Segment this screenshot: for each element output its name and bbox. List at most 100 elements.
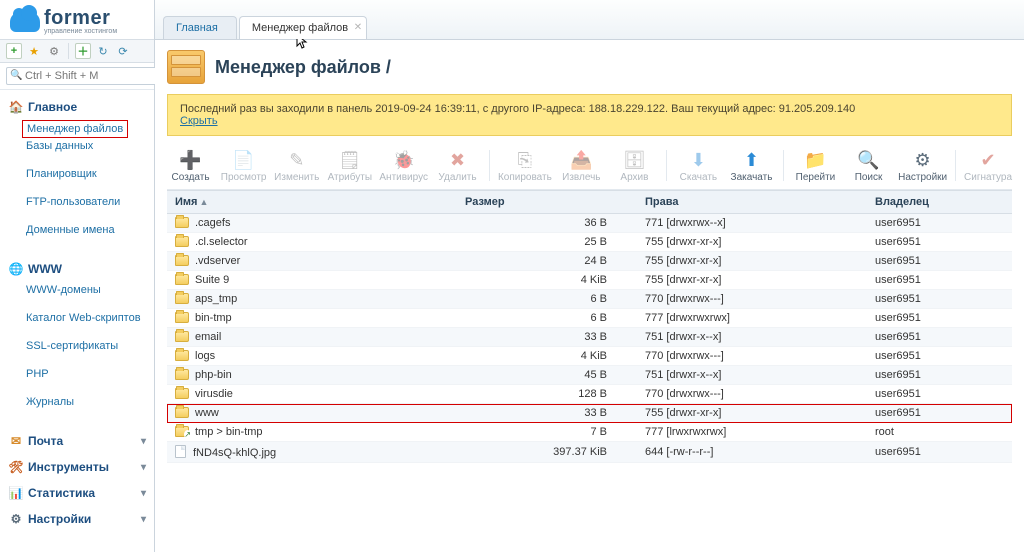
separator xyxy=(489,150,490,181)
nav-section-tools[interactable]: 🛠 Инструменты ▾ xyxy=(0,456,154,478)
sidebar-item[interactable]: Менеджер файлов xyxy=(22,120,128,138)
file-perm: 777 [lrwxrwxrwx] xyxy=(637,423,867,442)
nav-section-gear[interactable]: ⚙ Настройки ▾ xyxy=(0,508,154,530)
file-name: bin-tmp xyxy=(195,312,232,324)
sidebar-item[interactable]: WWW-домены xyxy=(26,282,154,298)
table-row[interactable]: .cagefs36 B771 [drwxrwx--x]user6951 xyxy=(167,214,1012,233)
file-size: 397.37 KiB xyxy=(457,442,637,463)
folder-icon xyxy=(175,388,189,399)
action-attrs: 🗒Атрибуты xyxy=(326,148,373,183)
table-row[interactable]: Suite 94 KiB755 [drwxr-xr-x]user6951 xyxy=(167,271,1012,290)
close-icon[interactable]: ✕ xyxy=(354,22,362,33)
sidebar-item[interactable]: Журналы xyxy=(26,394,154,410)
table-row[interactable]: logs4 KiB770 [drwxrwx---]user6951 xyxy=(167,347,1012,366)
file-name: tmp > bin-tmp xyxy=(195,426,263,438)
notice-text: Последний раз вы заходили в панель 2019-… xyxy=(180,103,855,115)
star-icon[interactable]: ★ xyxy=(26,43,42,59)
col-size-header[interactable]: Размер xyxy=(457,191,637,214)
file-size: 33 B xyxy=(457,404,637,423)
search-icon: 🔍 xyxy=(857,148,881,172)
file-name: php-bin xyxy=(195,369,232,381)
sidebar-item[interactable]: Планировщик xyxy=(26,166,154,182)
settings-icon: ⚙ xyxy=(911,148,935,172)
nav-section-globe[interactable]: 🌐 WWW xyxy=(0,258,154,280)
action-label: Скачать xyxy=(680,172,718,183)
add-item-icon[interactable]: ＋ xyxy=(75,43,91,59)
gear-icon[interactable]: ⚙ xyxy=(46,43,62,59)
action-upload[interactable]: ⬆Закачать xyxy=(728,148,775,183)
tabs-bar: ГлавнаяМенеджер файлов✕ xyxy=(155,0,1024,40)
edit-icon: ✎ xyxy=(285,148,309,172)
file-icon xyxy=(175,445,186,458)
action-copy: ⎘Копировать xyxy=(498,148,552,183)
table-row[interactable]: aps_tmp6 B770 [drwxrwx---]user6951 xyxy=(167,290,1012,309)
home-icon: 🏠 xyxy=(8,99,24,115)
sidebar-item[interactable]: Доменные имена xyxy=(26,222,154,238)
action-label: Настройки xyxy=(898,172,947,183)
nav-section-label: Почта xyxy=(28,434,63,448)
create-icon: ➕ xyxy=(179,148,203,172)
table-row[interactable]: virusdie128 B770 [drwxrwx---]user6951 xyxy=(167,385,1012,404)
action-go[interactable]: 📁Перейти xyxy=(792,148,839,183)
separator xyxy=(68,43,69,59)
file-perm: 751 [drwxr-x--x] xyxy=(637,328,867,347)
separator xyxy=(955,150,956,181)
nav-section-label: Настройки xyxy=(28,512,91,526)
sidebar-item[interactable]: PHP xyxy=(26,366,154,382)
reload-icon[interactable]: ⟳ xyxy=(115,43,131,59)
action-label: Просмотр xyxy=(221,172,267,183)
file-owner: root xyxy=(867,423,1012,442)
brand-logo: former управление хостингом xyxy=(0,0,154,39)
table-row[interactable]: .vdserver24 B755 [drwxr-xr-x]user6951 xyxy=(167,252,1012,271)
file-manager-icon xyxy=(167,50,205,84)
file-owner: user6951 xyxy=(867,290,1012,309)
refresh-icon[interactable]: ↻ xyxy=(95,43,111,59)
tab[interactable]: Менеджер файлов✕ xyxy=(239,16,367,39)
nav-section-stats[interactable]: 📊 Статистика ▾ xyxy=(0,482,154,504)
action-create[interactable]: ➕Создать xyxy=(167,148,214,183)
file-name: aps_tmp xyxy=(195,293,237,305)
nav-section-label: Главное xyxy=(28,100,77,114)
col-owner-header[interactable]: Владелец xyxy=(867,191,1012,214)
action-label: Извлечь xyxy=(562,172,600,183)
sidebar-item[interactable]: SSL-сертификаты xyxy=(26,338,154,354)
view-icon: 📄 xyxy=(232,148,256,172)
search-input[interactable] xyxy=(6,67,172,85)
file-table: Имя▲ Размер Права Владелец .cagefs36 B77… xyxy=(167,190,1012,463)
table-row[interactable]: tmp > bin-tmp7 B777 [lrwxrwxrwx]root xyxy=(167,423,1012,442)
col-name-header[interactable]: Имя▲ xyxy=(167,191,457,214)
mail-icon: ✉ xyxy=(8,433,24,449)
table-row[interactable]: .cl.selector25 B755 [drwxr-xr-x]user6951 xyxy=(167,233,1012,252)
hide-notice-link[interactable]: Скрыть xyxy=(180,115,218,127)
action-signature: ✔Сигнатура xyxy=(964,148,1012,183)
chevron-icon: ▾ xyxy=(141,488,146,499)
folder-icon xyxy=(175,331,189,342)
gear-icon: ⚙ xyxy=(8,511,24,527)
action-label: Архив xyxy=(620,172,648,183)
sidebar-item[interactable]: Каталог Web-скриптов xyxy=(26,310,154,326)
attrs-icon: 🗒 xyxy=(338,148,362,172)
nav-section-mail[interactable]: ✉ Почта ▾ xyxy=(0,430,154,452)
file-name: .vdserver xyxy=(195,255,240,267)
table-row[interactable]: bin-tmp6 B777 [drwxrwxrwx]user6951 xyxy=(167,309,1012,328)
nav-section-home[interactable]: 🏠 Главное xyxy=(0,96,154,118)
globe-icon: 🌐 xyxy=(8,261,24,277)
action-antivirus: 🐞Антивирус xyxy=(379,148,428,183)
add-icon[interactable]: + xyxy=(6,43,22,59)
extract-icon: 📤 xyxy=(569,148,593,172)
tab[interactable]: Главная xyxy=(163,16,237,39)
sidebar-item[interactable]: FTP-пользователи xyxy=(26,194,154,210)
col-perm-header[interactable]: Права xyxy=(637,191,867,214)
action-search[interactable]: 🔍Поиск xyxy=(845,148,892,183)
folder-icon xyxy=(175,407,189,418)
sidebar-item[interactable]: Базы данных xyxy=(26,138,154,154)
table-row[interactable]: www33 B755 [drwxr-xr-x]user6951 xyxy=(167,404,1012,423)
file-size: 36 B xyxy=(457,214,637,233)
file-perm: 770 [drwxrwx---] xyxy=(637,347,867,366)
table-row[interactable]: email33 B751 [drwxr-x--x]user6951 xyxy=(167,328,1012,347)
table-row[interactable]: fND4sQ-khlQ.jpg397.37 KiB644 [-rw-r--r--… xyxy=(167,442,1012,463)
action-settings[interactable]: ⚙Настройки xyxy=(898,148,947,183)
chevron-icon: ▾ xyxy=(141,514,146,525)
copy-icon: ⎘ xyxy=(513,148,537,172)
table-row[interactable]: php-bin45 B751 [drwxr-x--x]user6951 xyxy=(167,366,1012,385)
